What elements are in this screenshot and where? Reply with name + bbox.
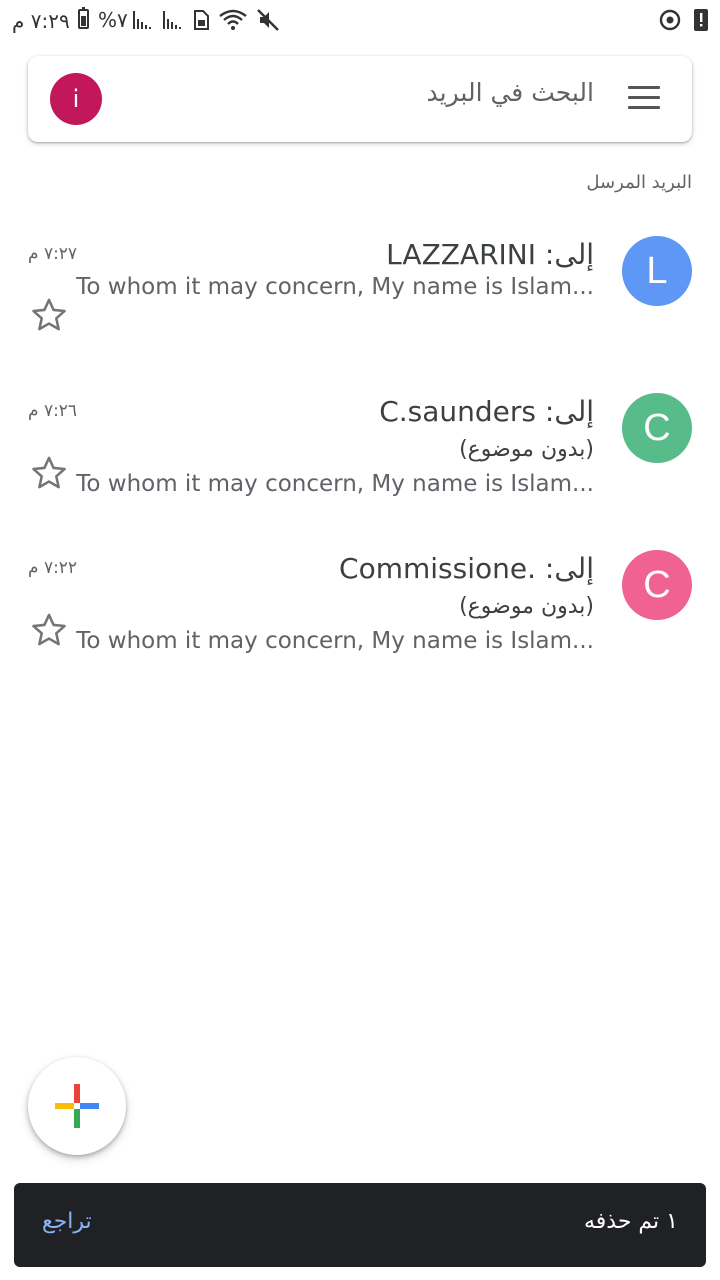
- snackbar-message: ١ تم حذفه: [583, 1209, 678, 1234]
- wifi-icon: [219, 9, 247, 30]
- email-subject: (بدون موضوع): [459, 437, 594, 462]
- sender-avatar[interactable]: C: [622, 550, 692, 620]
- email-time: ٧:٢٦ م: [28, 401, 78, 421]
- mailbox-label: البريد المرسل: [586, 172, 692, 193]
- sim-icon: [194, 10, 209, 30]
- signal-icon-2: [163, 11, 181, 29]
- email-snippet: To whom it may concern, My name is Islam…: [76, 471, 594, 497]
- status-left: ٧:٢٩ م: [12, 6, 70, 36]
- email-time: ٧:٢٢ م: [28, 558, 78, 578]
- snackbar: ١ تم حذفه تراجع: [14, 1183, 706, 1267]
- menu-icon[interactable]: [628, 86, 660, 110]
- mute-icon: [257, 9, 279, 31]
- alert-icon: [694, 9, 708, 31]
- star-icon[interactable]: [30, 454, 68, 492]
- plus-icon: [55, 1084, 99, 1128]
- sender-avatar[interactable]: C: [622, 393, 692, 463]
- star-icon[interactable]: [30, 611, 68, 649]
- account-avatar[interactable]: i: [50, 73, 102, 125]
- email-recipient: إلى: C.saunders: [379, 395, 594, 428]
- email-row[interactable]: C إلى: .Commissione (بدون موضوع) To whom it…: [0, 550, 720, 700]
- status-right: [658, 8, 708, 32]
- email-row[interactable]: L إلى: LAZZARINI To whom it may concern, M…: [0, 236, 720, 386]
- sync-icon: [659, 9, 681, 31]
- email-recipient: إلى: .Commissione: [339, 552, 594, 585]
- status-bar: ٧:٢٩ م %٧: [0, 0, 720, 42]
- email-row[interactable]: C إلى: C.saunders (بدون موضوع) To whom it m…: [0, 393, 720, 543]
- signal-icon: [133, 11, 151, 29]
- undo-button[interactable]: تراجع: [42, 1209, 92, 1234]
- search-input[interactable]: البحث في البريد: [427, 78, 594, 107]
- star-icon[interactable]: [30, 296, 68, 334]
- battery-icon: [78, 7, 89, 29]
- compose-button[interactable]: [28, 1057, 126, 1155]
- email-subject: (بدون موضوع): [459, 594, 594, 619]
- sender-avatar[interactable]: L: [622, 236, 692, 306]
- email-snippet: To whom it may concern, My name is Islam…: [76, 628, 594, 654]
- battery-percent: %٧: [98, 8, 128, 32]
- email-recipient: إلى: LAZZARINI: [386, 238, 594, 271]
- status-time: ٧:٢٩ م: [12, 9, 70, 33]
- search-bar[interactable]: i البحث في البريد: [28, 56, 692, 142]
- status-icons: [132, 8, 280, 32]
- email-snippet: To whom it may concern, My name is Islam…: [76, 274, 594, 300]
- email-time: ٧:٢٧ م: [28, 244, 78, 264]
